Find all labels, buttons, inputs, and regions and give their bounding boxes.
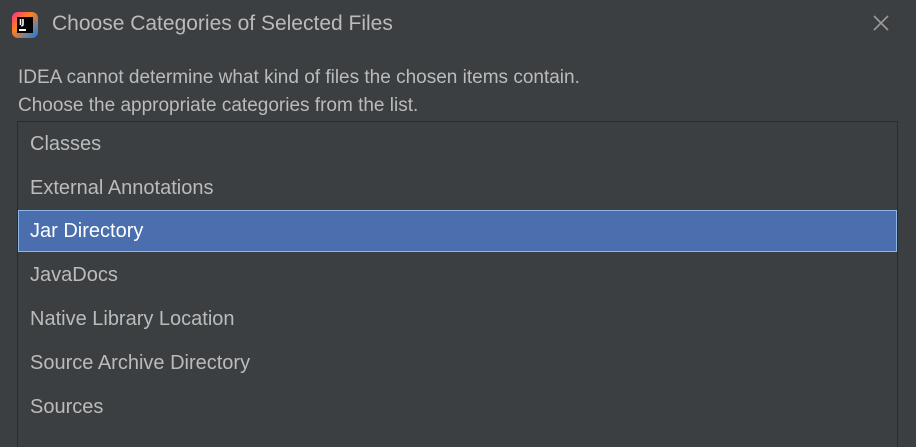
list-item-native-library-location[interactable]: Native Library Location bbox=[18, 298, 897, 340]
close-icon bbox=[873, 15, 889, 31]
dialog-title: Choose Categories of Selected Files bbox=[52, 12, 393, 35]
message-line-1: IDEA cannot determine what kind of files… bbox=[18, 67, 580, 88]
dialog-message: IDEA cannot determine what kind of files… bbox=[18, 64, 580, 120]
message-line-2: Choose the appropriate categories from t… bbox=[18, 95, 419, 116]
list-item-sources[interactable]: Sources bbox=[18, 386, 897, 428]
list-item-source-archive-directory[interactable]: Source Archive Directory bbox=[18, 342, 897, 384]
list-item-jar-directory[interactable]: Jar Directory bbox=[18, 210, 897, 252]
list-item-external-annotations[interactable]: External Annotations bbox=[18, 167, 897, 209]
categories-list[interactable]: Classes External Annotations Jar Directo… bbox=[17, 121, 898, 447]
list-item-javadocs[interactable]: JavaDocs bbox=[18, 254, 897, 296]
close-button[interactable] bbox=[866, 8, 896, 38]
intellij-idea-icon: IJ bbox=[12, 12, 38, 38]
app-icon-text: IJ bbox=[19, 18, 24, 27]
title-bar: IJ Choose Categories of Selected Files bbox=[0, 0, 916, 50]
choose-categories-dialog: IJ Choose Categories of Selected Files I… bbox=[0, 0, 916, 447]
list-item-classes[interactable]: Classes bbox=[18, 123, 897, 165]
